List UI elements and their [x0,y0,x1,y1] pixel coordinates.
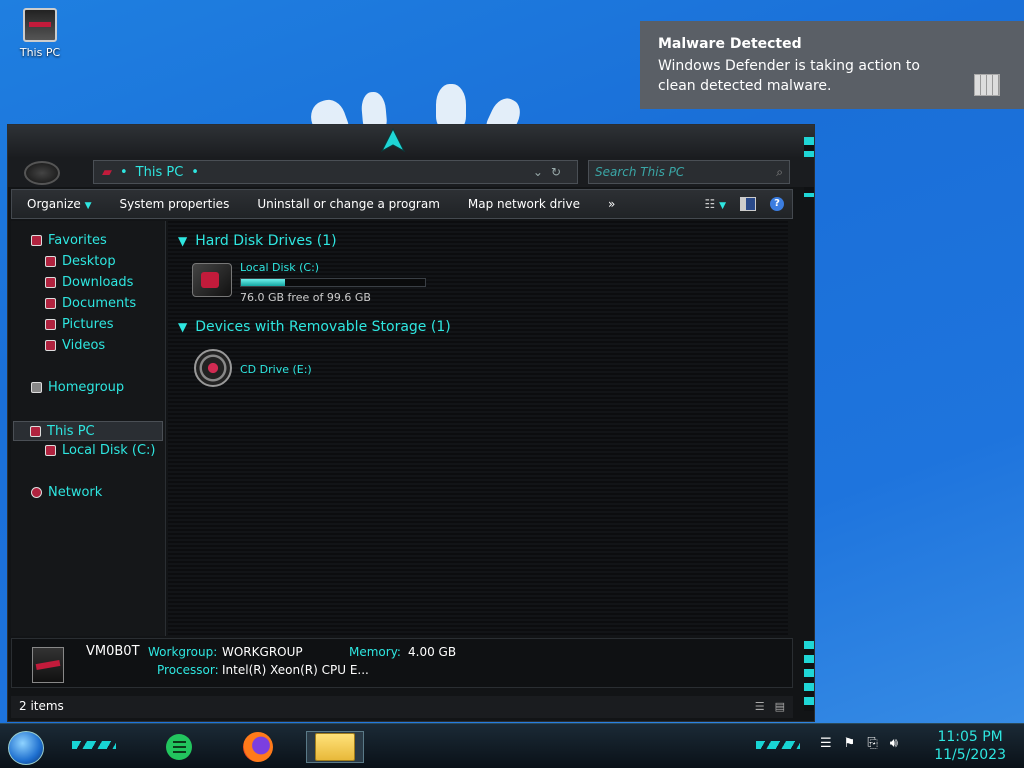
cd-drive-icon[interactable] [194,349,232,387]
search-input[interactable]: Search This PC ⌕ [588,160,790,184]
volume-icon[interactable]: 🔊︎ [890,736,898,751]
search-icon[interactable]: ⌕ [776,165,783,180]
taskbar-firefox[interactable] [241,731,275,763]
drive-name-local[interactable]: Local Disk (C:) [240,261,319,274]
nav-videos[interactable]: Videos [45,338,105,353]
chevron-down-icon: ▼ [84,201,92,211]
item-count: 2 items [19,699,64,713]
homegroup-icon [31,382,42,393]
chevron-down-icon: ▼ [178,234,188,248]
workgroup-label: Workgroup: [148,645,218,659]
preview-pane-icon[interactable] [740,197,756,211]
network-status-icon[interactable]: ⎘ [867,736,877,751]
drive-usage-fill [241,279,285,286]
organize-button[interactable]: Organize ▼ [12,197,106,211]
toast-title: Malware Detected [658,36,802,52]
command-bar: Organize ▼ System properties Uninstall o… [11,189,793,219]
title-bar[interactable] [8,125,814,157]
processor-value: Intel(R) Xeon(R) CPU E... [222,663,369,677]
folder-icon [315,733,355,761]
search-placeholder: Search This PC [595,165,685,179]
nav-this-pc[interactable]: This PC [13,421,163,441]
nav-network[interactable]: Network [31,485,102,500]
taskbar-decoration [72,741,116,749]
network-icon [31,487,42,498]
memory-value: 4.00 GB [408,645,457,659]
window-edge-decoration [804,641,814,711]
breadcrumb-dropdown-icon[interactable]: • [191,165,199,180]
drive-free-space: 76.0 GB free of 99.6 GB [240,291,371,304]
documents-icon [45,298,56,309]
clock[interactable]: 11:05 PM 11/5/2023 [934,728,1006,764]
taskbar-decoration [756,741,800,749]
map-network-drive-button[interactable]: Map network drive [454,197,594,211]
nav-pictures[interactable]: Pictures [45,317,113,332]
computer-icon [30,425,41,437]
drive-usage-bar [240,278,426,287]
breadcrumb-this-pc[interactable]: This PC [136,165,184,180]
nav-favorites[interactable]: Favorites [31,233,107,248]
uninstall-program-button[interactable]: Uninstall or change a program [243,197,454,211]
pictures-icon [45,319,56,330]
downloads-icon [45,277,56,288]
clock-date: 11/5/2023 [934,747,1006,763]
videos-icon [45,340,56,351]
processor-label: Processor: [157,663,219,677]
hard-drive-icon [45,445,56,456]
alien-logo-icon [380,127,406,153]
nav-downloads[interactable]: Downloads [45,275,133,290]
status-bar: 2 items ☰ ▤ [11,696,793,718]
malware-toast[interactable]: Malware Detected Windows Defender is tak… [640,21,1024,109]
group-header-hdd[interactable]: ▼ Hard Disk Drives (1) [178,233,337,249]
back-forward-orb-icon[interactable] [24,161,60,185]
taskbar: ☰ ⚑ ⎘ 🔊︎ 11:05 PM 11/5/2023 [0,723,1024,768]
breadcrumb-separator-icon: • [120,164,128,180]
desktop-icon-this-pc[interactable]: This PC [14,8,66,59]
nav-documents[interactable]: Documents [45,296,136,311]
details-pane: VM0B0T Workgroup: WORKGROUP Memory: 4.00… [11,638,793,688]
drive-name-cd[interactable]: CD Drive (E:) [240,363,312,376]
more-commands-button[interactable]: » [594,197,629,211]
hard-drive-icon[interactable] [192,263,232,297]
chevron-down-icon: ▼ [178,320,188,334]
show-hidden-icons-icon[interactable]: ☰ [820,736,832,751]
nav-local-disk[interactable]: Local Disk (C:) [45,443,155,458]
system-properties-button[interactable]: System properties [106,197,244,211]
toast-body: Windows Defender is taking action to cle… [658,58,920,94]
taskbar-file-explorer[interactable] [306,731,364,763]
action-center-flag-icon[interactable]: ⚑ [844,736,856,751]
nav-desktop[interactable]: Desktop [45,254,116,269]
desktop-icon-label: This PC [19,46,61,59]
refresh-dropdown-icons[interactable]: ⌄↻ [533,165,569,179]
clock-time: 11:05 PM [937,729,1003,745]
view-options-icon[interactable]: ☷ ▼ [705,197,727,211]
computer-name: VM0B0T [86,644,140,659]
start-button[interactable] [8,731,44,765]
file-list: ▼ Hard Disk Drives (1) Local Disk (C:) 76… [168,221,788,636]
address-row: ▰ • This PC • ⌄↻ Search This PC ⌕ [8,157,814,187]
explorer-window: ▰ • This PC • ⌄↻ Search This PC ⌕ Organi… [7,124,815,722]
computer-icon [32,647,64,683]
taskbar-notes-app[interactable] [162,731,196,763]
defender-icon [974,74,1000,96]
help-icon[interactable]: ? [770,197,784,211]
notes-app-icon [166,734,192,760]
large-icons-view-icon[interactable]: ▤ [775,700,785,713]
group-header-removable[interactable]: ▼ Devices with Removable Storage (1) [178,319,451,335]
details-view-icon[interactable]: ☰ [755,700,765,713]
pc-small-icon: ▰ [102,164,112,180]
desktop-icon [45,256,56,267]
address-bar[interactable]: ▰ • This PC • ⌄↻ [93,160,578,184]
nav-homegroup[interactable]: Homegroup [31,380,124,395]
star-icon [31,235,42,246]
workgroup-value: WORKGROUP [222,645,303,659]
navigation-pane: Favorites Desktop Downloads Documents Pi… [11,221,166,636]
firefox-icon [243,732,273,762]
memory-label: Memory: [349,645,401,659]
computer-icon [23,8,57,42]
system-tray: ☰ ⚑ ⎘ 🔊︎ [820,736,898,751]
